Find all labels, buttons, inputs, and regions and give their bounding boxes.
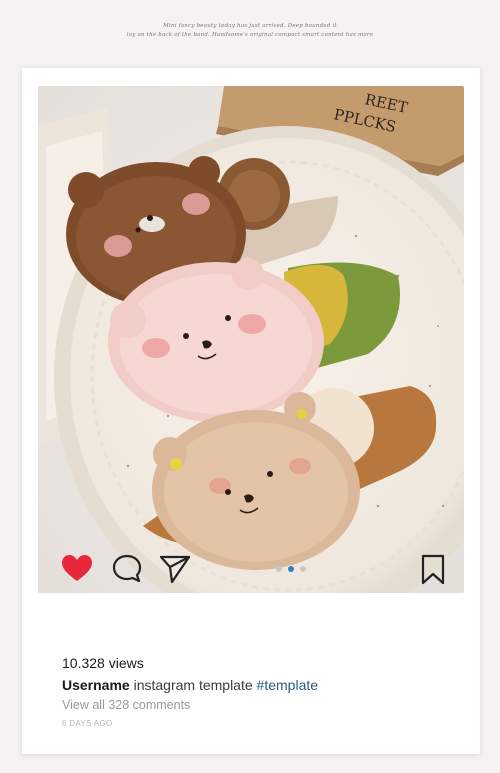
caption-line-1: Mini fancy beauty today has just arrived… [163,23,337,29]
carousel-dot-1 [276,566,282,572]
carousel-dot-3 [300,566,306,572]
caption-line-2: lay on the back of the band. Handsome's … [126,32,374,38]
save-button[interactable] [416,552,450,586]
post-photo[interactable]: REET PPLCKS [38,86,464,593]
comment-button[interactable] [110,552,144,586]
post-card: REET PPLCKS [22,68,480,754]
post-caption: Username instagram template #template [62,677,318,693]
view-comments-link[interactable]: View all 328 comments [62,698,190,712]
speech-bubble-icon [112,554,142,583]
caption-text: instagram template [133,677,253,693]
post-timestamp: 6 DAYS AGO [62,719,113,728]
paper-plane-icon [159,555,191,584]
post-actions [40,552,460,588]
carousel-dot-2 [288,566,294,572]
bookmark-icon [421,554,445,585]
heart-icon [62,555,92,581]
username-link[interactable]: Username [62,677,130,693]
bear-hair-clips-image: REET PPLCKS [38,86,464,593]
carousel-indicator [276,566,306,572]
share-button[interactable] [158,552,192,586]
photo-caption: Mini fancy beauty today has just arrived… [0,22,500,40]
hashtag-link[interactable]: #template [257,677,318,693]
view-count: 10.328 views [62,655,144,671]
like-button[interactable] [60,552,94,586]
